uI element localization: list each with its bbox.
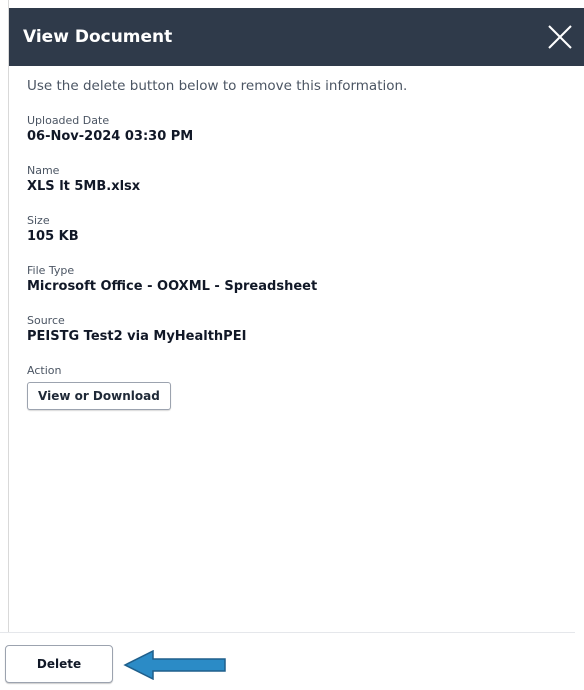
view-or-download-button[interactable]: View or Download <box>27 382 171 410</box>
dialog-body: Use the delete button below to remove th… <box>9 66 584 632</box>
name-label: Name <box>27 164 60 177</box>
size-value: 105 KB <box>27 229 79 244</box>
file-type-field: File Type Microsoft Office - OOXML - Spr… <box>27 264 584 296</box>
size-field: Size 105 KB <box>27 214 584 246</box>
uploaded-date-field: Uploaded Date 06-Nov-2024 03:30 PM <box>27 114 584 146</box>
dialog-title: View Document <box>23 27 173 47</box>
left-divider <box>0 0 9 690</box>
view-document-dialog: View Document Use the delete button belo… <box>9 0 584 690</box>
action-label: Action <box>27 364 62 377</box>
file-type-label: File Type <box>27 264 75 277</box>
page: View Document Use the delete button belo… <box>0 0 584 690</box>
name-value: XLS lt 5MB.xlsx <box>27 179 141 194</box>
action-field: Action View or Download <box>27 364 584 410</box>
name-field: Name XLS lt 5MB.xlsx <box>27 164 584 196</box>
source-label: Source <box>27 314 65 327</box>
dialog-header: View Document <box>9 8 584 66</box>
source-value: PEISTG Test2 via MyHealthPEI <box>27 329 247 344</box>
uploaded-date-label: Uploaded Date <box>27 114 110 127</box>
file-type-value: Microsoft Office - OOXML - Spreadsheet <box>27 279 318 294</box>
arrow-left-icon <box>123 650 226 680</box>
dialog-footer: Delete <box>0 632 575 690</box>
uploaded-date-value: 06-Nov-2024 03:30 PM <box>27 129 194 144</box>
close-button[interactable] <box>546 23 574 51</box>
close-icon <box>548 25 572 49</box>
instruction-text: Use the delete button below to remove th… <box>27 78 408 94</box>
delete-button[interactable]: Delete <box>5 645 113 683</box>
source-field: Source PEISTG Test2 via MyHealthPEI <box>27 314 584 346</box>
size-label: Size <box>27 214 50 227</box>
